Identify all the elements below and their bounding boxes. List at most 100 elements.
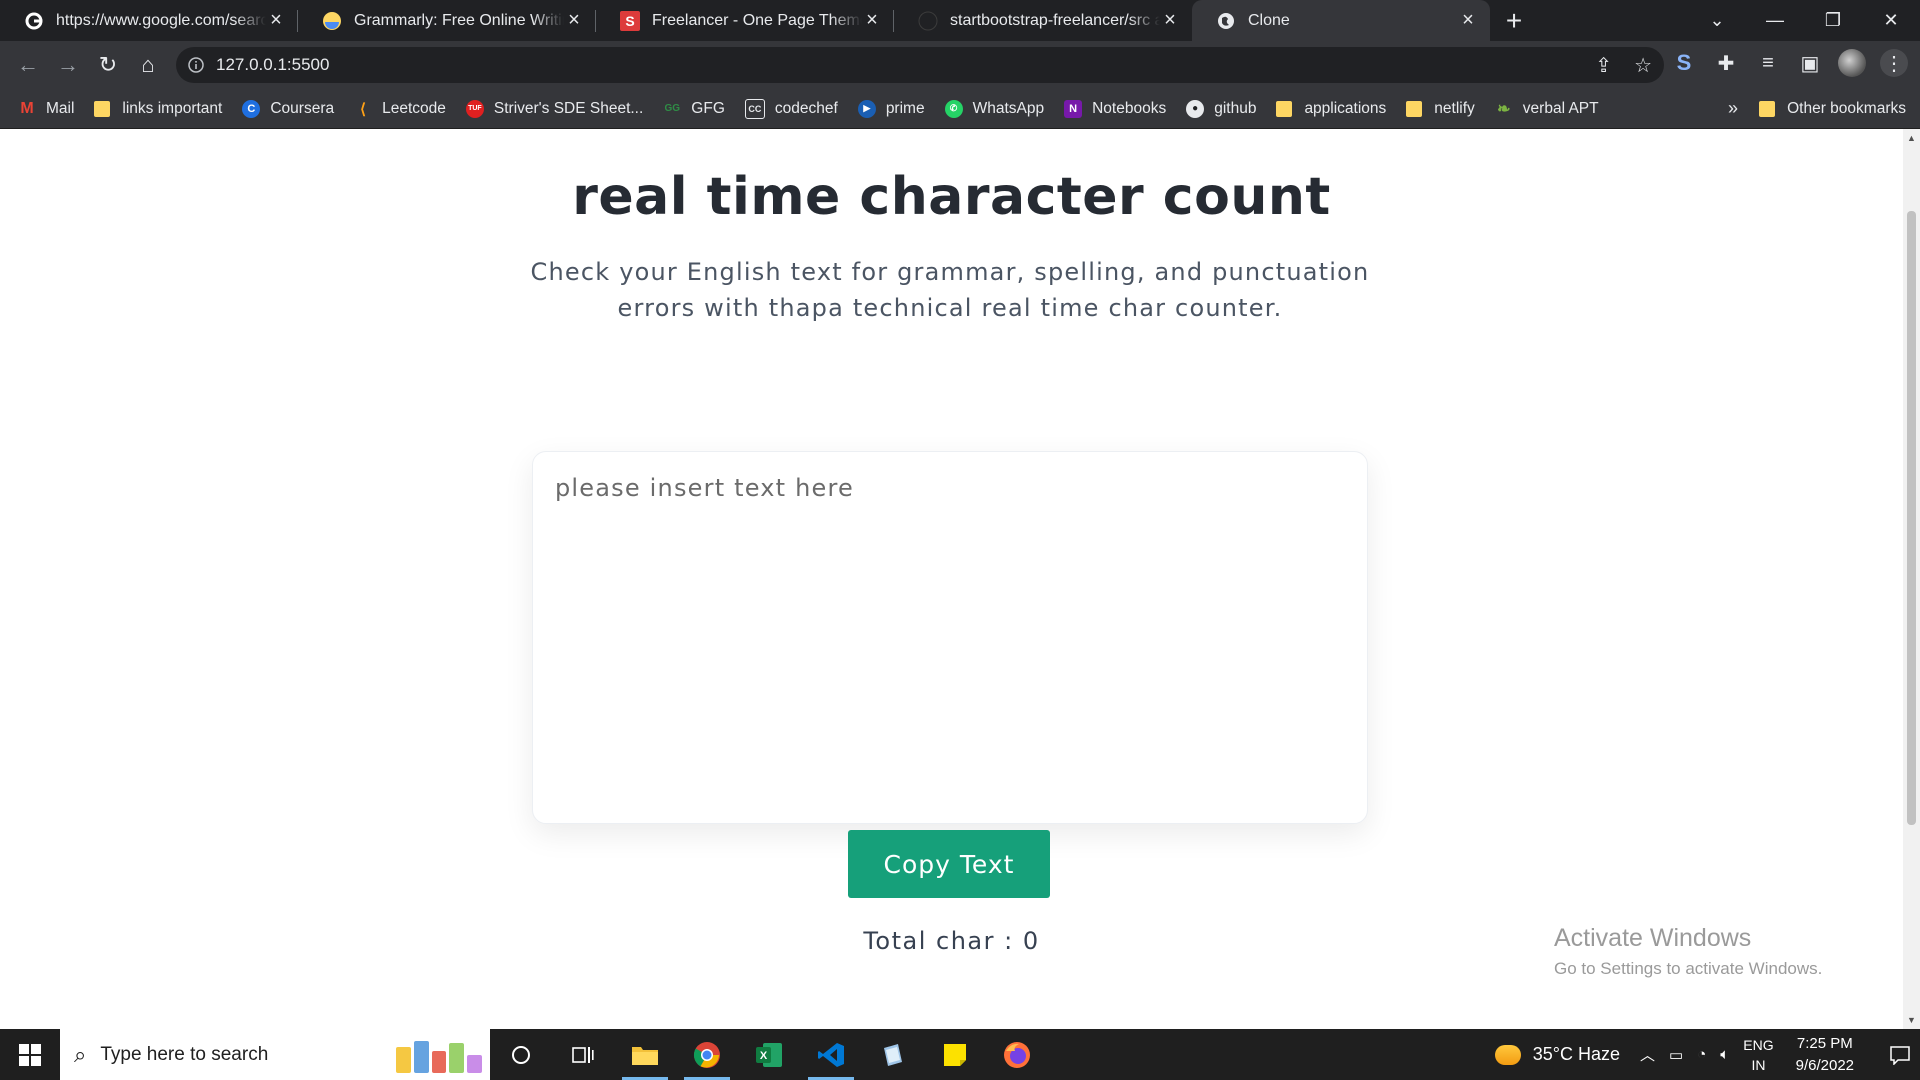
home-icon[interactable]: ⌂	[128, 45, 168, 85]
window-controls: ⌄ — ❐ ✕	[1688, 0, 1920, 41]
search-highlight-illustration	[396, 1037, 482, 1073]
codechef-icon: CC	[744, 98, 765, 119]
bookmark-whatsapp[interactable]: ✆ WhatsApp	[935, 93, 1055, 125]
startbootstrap-icon: S	[620, 10, 640, 31]
bookmark-links-important[interactable]: links important	[84, 93, 232, 125]
page-scrollbar[interactable]: ▲ ▼	[1903, 129, 1920, 1029]
bookmark-leetcode[interactable]: ⟨ Leetcode	[344, 93, 456, 125]
page-title: real time character count	[572, 167, 1331, 227]
share-icon[interactable]: ⇪	[1595, 53, 1612, 78]
extensions-puzzle-icon[interactable]: ✚	[1712, 49, 1740, 77]
weather-widget[interactable]: 35°C Haze	[1494, 1044, 1620, 1065]
close-window-icon[interactable]: ✕	[1862, 0, 1920, 41]
close-icon[interactable]: ×	[1160, 9, 1180, 31]
copy-text-button[interactable]: Copy Text	[848, 830, 1050, 898]
bookmark-notebooks[interactable]: N Notebooks	[1054, 93, 1176, 125]
excel-icon[interactable]: X	[738, 1029, 800, 1080]
tab-freelancer[interactable]: S Freelancer - One Page Theme - S ×	[596, 0, 894, 41]
bookmark-other[interactable]: Other bookmarks	[1749, 93, 1916, 125]
forward-icon[interactable]: →	[48, 45, 88, 85]
grammarly-icon	[322, 11, 342, 31]
menu-kebab-icon[interactable]: ⋮	[1880, 49, 1908, 77]
bookmark-prime[interactable]: ▶ prime	[848, 93, 935, 125]
reload-icon[interactable]: ↻	[88, 45, 128, 85]
file-explorer-icon[interactable]	[614, 1029, 676, 1080]
start-button[interactable]	[0, 1029, 60, 1080]
notifications-icon[interactable]	[1880, 1045, 1920, 1065]
text-input-area[interactable]	[532, 451, 1368, 824]
scroll-down-icon[interactable]: ▼	[1903, 1015, 1920, 1025]
notes-app-icon[interactable]	[862, 1029, 924, 1080]
tab-title: https://www.google.com/search?	[56, 11, 266, 29]
sticky-notes-icon[interactable]	[924, 1029, 986, 1080]
more-bookmarks-chevron-icon[interactable]: »	[1728, 98, 1738, 119]
system-tray: 35°C Haze ︿ ▭ ◔ 🔈︎ ENG IN 7:25 PM 9/6/20…	[1494, 1029, 1920, 1080]
globe-icon	[1216, 11, 1236, 31]
clock-date: 9/6/2022	[1795, 1056, 1854, 1074]
back-icon[interactable]: ←	[8, 45, 48, 85]
bookmark-coursera[interactable]: C Coursera	[232, 93, 344, 125]
tab-title: startbootstrap-freelancer/src at m	[950, 11, 1160, 29]
chrome-icon[interactable]	[676, 1029, 738, 1080]
restore-icon[interactable]: ❐	[1804, 0, 1862, 41]
tab-title: Freelancer - One Page Theme - S	[652, 11, 862, 29]
close-icon[interactable]: ×	[564, 9, 584, 31]
tab-google-search[interactable]: https://www.google.com/search? ×	[0, 0, 298, 41]
bookmark-netlify[interactable]: netlify	[1396, 93, 1485, 125]
whatsapp-icon: ✆	[944, 99, 963, 118]
tab-grammarly[interactable]: Grammarly: Free Online Writing A ×	[298, 0, 596, 41]
scrollbar-thumb[interactable]	[1907, 211, 1916, 825]
side-panel-icon[interactable]: ▣	[1796, 49, 1824, 77]
leetcode-icon: ⟨	[360, 100, 367, 118]
taskbar-search-box[interactable]: ⌕ Type here to search	[60, 1029, 490, 1080]
tray-overflow-chevron-icon[interactable]: ︿	[1640, 1044, 1655, 1065]
windows-taskbar: ⌕ Type here to search X 35°C Haze ︿ ▭ ◔ …	[0, 1029, 1920, 1080]
minimize-icon[interactable]: —	[1746, 0, 1804, 41]
bookmark-star-icon[interactable]: ☆	[1634, 53, 1652, 78]
coursera-icon: C	[242, 99, 261, 118]
leaf-icon: ❧	[1497, 100, 1511, 118]
language-indicator[interactable]: ENG IN	[1743, 1035, 1773, 1075]
bookmark-codechef[interactable]: CC codechef	[735, 93, 848, 125]
windows-logo-icon	[19, 1043, 41, 1066]
close-icon[interactable]: ×	[1458, 9, 1478, 31]
address-bar[interactable]: 127.0.0.1:5500 ⇪ ☆	[176, 47, 1664, 83]
bookmarks-bar: M Mail links important C Coursera ⟨ Leet…	[0, 89, 1920, 129]
vscode-icon[interactable]	[800, 1029, 862, 1080]
firefox-icon[interactable]	[986, 1029, 1048, 1080]
counter-value: 0	[1022, 927, 1040, 955]
bookmark-verbal-apt[interactable]: ❧ verbal APT	[1485, 93, 1609, 125]
battery-icon[interactable]: ▭	[1669, 1046, 1683, 1064]
volume-icon[interactable]: 🔈︎	[1720, 1046, 1729, 1063]
activate-windows-watermark: Activate Windows Go to Settings to activ…	[1554, 924, 1822, 979]
close-icon[interactable]: ×	[266, 9, 286, 31]
bookmark-striver[interactable]: TUF Striver's SDE Sheet...	[456, 93, 653, 125]
prime-icon: ▶	[857, 99, 876, 118]
bookmark-github[interactable]: ● github	[1176, 93, 1266, 125]
new-tab-button[interactable]: +	[1490, 0, 1538, 41]
wifi-icon[interactable]: ◔	[1697, 1046, 1706, 1063]
address-text: 127.0.0.1:5500	[216, 55, 330, 74]
folder-icon	[1276, 100, 1293, 117]
page-subtitle: Check your English text for grammar, spe…	[530, 258, 1370, 322]
folder-icon	[94, 100, 111, 117]
site-info-icon[interactable]	[176, 57, 216, 73]
reading-list-icon[interactable]: ≡	[1754, 49, 1782, 77]
taskbar-clock[interactable]: 7:25 PM 9/6/2022	[1796, 1033, 1854, 1077]
bookmark-gfg[interactable]: GG GFG	[653, 93, 735, 125]
onenote-icon: N	[1064, 99, 1083, 118]
task-view-icon[interactable]	[552, 1029, 614, 1080]
bookmark-mail[interactable]: M Mail	[0, 93, 84, 125]
github-icon	[918, 11, 938, 31]
counter-label: Total char :	[863, 927, 1023, 955]
cortana-icon[interactable]	[490, 1029, 552, 1080]
profile-avatar[interactable]	[1838, 49, 1866, 77]
tab-github-repo[interactable]: startbootstrap-freelancer/src at m ×	[894, 0, 1192, 41]
google-icon	[24, 11, 44, 31]
bookmark-applications[interactable]: applications	[1266, 93, 1396, 125]
tab-search-icon[interactable]: ⌄	[1688, 0, 1746, 41]
extension-s-icon[interactable]: S	[1670, 49, 1698, 77]
close-icon[interactable]: ×	[862, 9, 882, 31]
tab-clone[interactable]: Clone ×	[1192, 0, 1490, 41]
scroll-up-icon[interactable]: ▲	[1903, 133, 1920, 143]
